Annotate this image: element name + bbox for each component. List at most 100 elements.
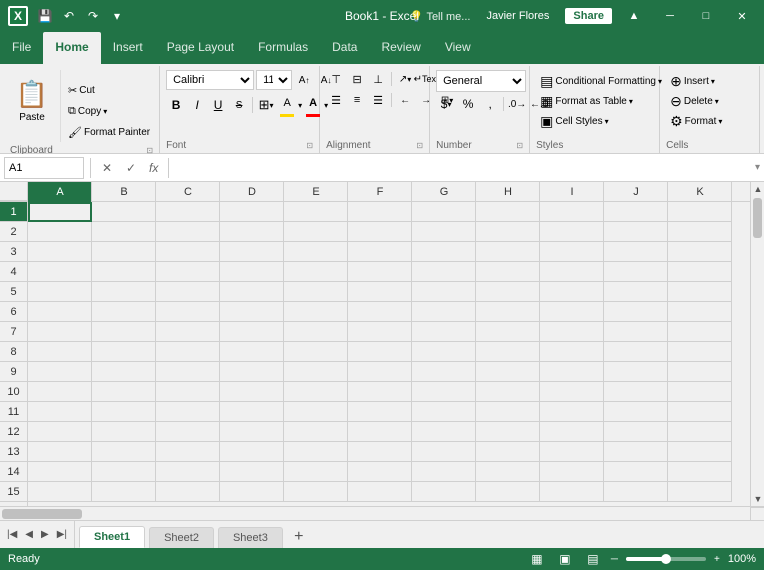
- sheet-nav-prev[interactable]: ◀: [22, 528, 36, 541]
- maximize-button[interactable]: □: [692, 2, 720, 30]
- cell-K7[interactable]: [668, 322, 732, 342]
- cell-E13[interactable]: [284, 442, 348, 462]
- col-header-C[interactable]: C: [156, 182, 220, 202]
- cell-B4[interactable]: [92, 262, 156, 282]
- number-format-select[interactable]: General: [436, 70, 526, 92]
- delete-cells-button[interactable]: ⊖ Delete ▾: [666, 92, 723, 111]
- cell-G4[interactable]: [412, 262, 476, 282]
- cell-A15[interactable]: [28, 482, 92, 502]
- cell-J14[interactable]: [604, 462, 668, 482]
- cell-C6[interactable]: [156, 302, 220, 322]
- cell-J7[interactable]: [604, 322, 668, 342]
- cell-I14[interactable]: [540, 462, 604, 482]
- cell-K3[interactable]: [668, 242, 732, 262]
- zoom-out-button[interactable]: ─: [611, 554, 618, 565]
- col-header-B[interactable]: B: [92, 182, 156, 202]
- cell-F14[interactable]: [348, 462, 412, 482]
- cell-B9[interactable]: [92, 362, 156, 382]
- col-header-G[interactable]: G: [412, 182, 476, 202]
- cell-E14[interactable]: [284, 462, 348, 482]
- cell-K10[interactable]: [668, 382, 732, 402]
- cell-F2[interactable]: [348, 222, 412, 242]
- cell-E8[interactable]: [284, 342, 348, 362]
- add-sheet-button[interactable]: +: [287, 526, 311, 548]
- cell-A7[interactable]: [28, 322, 92, 342]
- tab-page-layout[interactable]: Page Layout: [155, 32, 246, 64]
- tab-view[interactable]: View: [433, 32, 483, 64]
- cell-C12[interactable]: [156, 422, 220, 442]
- cell-B6[interactable]: [92, 302, 156, 322]
- borders-button[interactable]: ⊞▾: [256, 95, 276, 115]
- cell-B2[interactable]: [92, 222, 156, 242]
- scroll-down-button[interactable]: ▼: [751, 492, 764, 506]
- cell-G12[interactable]: [412, 422, 476, 442]
- cell-A2[interactable]: [28, 222, 92, 242]
- cell-I13[interactable]: [540, 442, 604, 462]
- scroll-up-button[interactable]: ▲: [751, 182, 764, 196]
- sheet-tab-sheet3[interactable]: Sheet3: [218, 527, 283, 548]
- cell-G3[interactable]: [412, 242, 476, 262]
- cell-B14[interactable]: [92, 462, 156, 482]
- cell-F15[interactable]: [348, 482, 412, 502]
- cell-K14[interactable]: [668, 462, 732, 482]
- align-right-button[interactable]: ☰: [368, 91, 388, 109]
- cell-H13[interactable]: [476, 442, 540, 462]
- copy-button[interactable]: ⧉ Copy ▾: [65, 101, 153, 121]
- cell-F1[interactable]: [348, 202, 412, 222]
- cell-K4[interactable]: [668, 262, 732, 282]
- cell-F13[interactable]: [348, 442, 412, 462]
- conditional-formatting-button[interactable]: ▤ Conditional Formatting ▾: [536, 72, 666, 91]
- cell-F3[interactable]: [348, 242, 412, 262]
- col-header-F[interactable]: F: [348, 182, 412, 202]
- cell-D15[interactable]: [220, 482, 284, 502]
- cell-E10[interactable]: [284, 382, 348, 402]
- bold-button[interactable]: B: [166, 95, 186, 115]
- cell-J8[interactable]: [604, 342, 668, 362]
- col-header-H[interactable]: H: [476, 182, 540, 202]
- cell-I7[interactable]: [540, 322, 604, 342]
- view-page-break-button[interactable]: ▤: [583, 551, 603, 567]
- cell-B1[interactable]: [92, 202, 156, 222]
- comma-button[interactable]: ,: [480, 94, 500, 114]
- cell-I10[interactable]: [540, 382, 604, 402]
- row-header-4[interactable]: 4: [0, 262, 27, 282]
- cell-F11[interactable]: [348, 402, 412, 422]
- cell-D3[interactable]: [220, 242, 284, 262]
- fill-color-dropdown[interactable]: ▾: [298, 101, 302, 110]
- cell-J11[interactable]: [604, 402, 668, 422]
- cell-H8[interactable]: [476, 342, 540, 362]
- cell-I3[interactable]: [540, 242, 604, 262]
- cell-D10[interactable]: [220, 382, 284, 402]
- cell-K6[interactable]: [668, 302, 732, 322]
- cell-D9[interactable]: [220, 362, 284, 382]
- col-header-D[interactable]: D: [220, 182, 284, 202]
- cell-B5[interactable]: [92, 282, 156, 302]
- row-header-15[interactable]: 15: [0, 482, 27, 502]
- fill-color-button[interactable]: A: [277, 93, 297, 113]
- cell-B3[interactable]: [92, 242, 156, 262]
- tab-file[interactable]: File: [0, 32, 43, 64]
- cell-G2[interactable]: [412, 222, 476, 242]
- cell-E15[interactable]: [284, 482, 348, 502]
- row-header-3[interactable]: 3: [0, 242, 27, 262]
- cell-I2[interactable]: [540, 222, 604, 242]
- font-size-select[interactable]: 11: [256, 70, 292, 90]
- share-button[interactable]: Share: [565, 8, 612, 24]
- row-header-12[interactable]: 12: [0, 422, 27, 442]
- cell-G10[interactable]: [412, 382, 476, 402]
- cell-A12[interactable]: [28, 422, 92, 442]
- cell-I4[interactable]: [540, 262, 604, 282]
- cell-B15[interactable]: [92, 482, 156, 502]
- cell-J13[interactable]: [604, 442, 668, 462]
- cell-D6[interactable]: [220, 302, 284, 322]
- cell-D13[interactable]: [220, 442, 284, 462]
- cell-J3[interactable]: [604, 242, 668, 262]
- cell-H12[interactable]: [476, 422, 540, 442]
- horizontal-scroll-thumb[interactable]: [2, 509, 82, 519]
- insert-cells-button[interactable]: ⊕ Insert ▾: [666, 72, 719, 91]
- cell-H3[interactable]: [476, 242, 540, 262]
- cell-A11[interactable]: [28, 402, 92, 422]
- cell-J6[interactable]: [604, 302, 668, 322]
- increase-font-size-button[interactable]: A↑: [294, 70, 314, 90]
- cell-C11[interactable]: [156, 402, 220, 422]
